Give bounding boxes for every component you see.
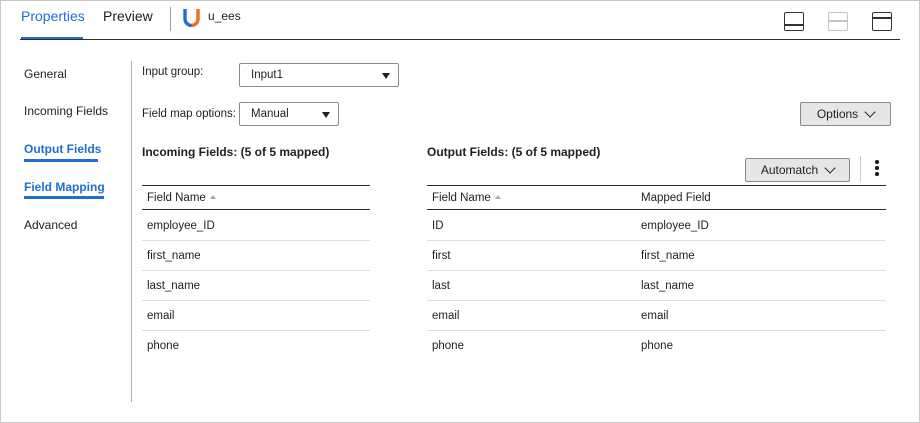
nav-item-incoming-fields[interactable]: Incoming Fields: [24, 104, 108, 118]
union-transformation-icon: [183, 9, 200, 27]
input-group-label: Input group:: [142, 66, 204, 78]
caret-down-icon: [322, 112, 330, 118]
object-name: u_ees: [208, 9, 241, 23]
table-row[interactable]: phone: [142, 331, 370, 361]
automatch-button[interactable]: Automatch: [745, 158, 850, 182]
field-name-cell: phone: [147, 340, 179, 352]
field-name-cell: first_name: [147, 250, 201, 262]
table-row[interactable]: email: [142, 301, 370, 331]
sort-ascending-icon: [494, 195, 501, 199]
mapped-field-cell[interactable]: email: [641, 310, 668, 322]
table-header: Field Name: [142, 185, 370, 210]
nav-item-field-mapping[interactable]: Field Mapping: [24, 180, 105, 194]
table-row[interactable]: last_name: [142, 271, 370, 301]
top-tab-bar: Properties Preview u_ees: [0, 0, 920, 41]
nav-item-advanced[interactable]: Advanced: [24, 218, 77, 232]
nav-divider: [131, 61, 132, 402]
column-header-label: Field Name: [432, 192, 491, 204]
field-map-options-value: Manual: [251, 108, 289, 120]
column-header-mapped-field[interactable]: Mapped Field: [641, 192, 711, 204]
output-field-cell: email: [432, 310, 460, 322]
nav-field-mapping-indicator: [24, 196, 104, 199]
incoming-fields-table: Field Name employee_ID first_name last_n…: [142, 185, 370, 365]
nav-output-fields-indicator: [24, 159, 98, 162]
tab-preview[interactable]: Preview: [103, 8, 153, 24]
input-group-value: Input1: [251, 69, 283, 81]
panel-bottom-icon[interactable]: [784, 12, 804, 31]
table-row[interactable]: employee_ID: [142, 211, 370, 241]
mapped-field-cell[interactable]: employee_ID: [641, 220, 709, 232]
caret-down-icon: [382, 73, 390, 79]
mapped-field-cell[interactable]: last_name: [641, 280, 694, 292]
chevron-down-icon: [864, 105, 876, 118]
output-field-cell: phone: [432, 340, 464, 352]
options-button-label: Options: [816, 107, 859, 121]
panel-split-icon: [828, 12, 848, 31]
column-header-label: Field Name: [147, 192, 206, 204]
automatch-button-label: Automatch: [760, 163, 819, 177]
field-name-cell: last_name: [147, 280, 201, 292]
table-row[interactable]: phone phone: [427, 331, 886, 361]
mapped-field-cell[interactable]: first_name: [641, 250, 695, 262]
output-field-cell: ID: [432, 220, 444, 232]
mapped-field-cell[interactable]: phone: [641, 340, 673, 352]
field-name-cell: email: [147, 310, 175, 322]
input-group-select[interactable]: Input1: [239, 63, 399, 87]
options-button[interactable]: Options: [800, 102, 891, 126]
output-field-cell: first: [432, 250, 451, 262]
table-row[interactable]: ID employee_ID: [427, 211, 886, 241]
nav-item-general[interactable]: General: [24, 67, 67, 81]
output-field-cell: last: [432, 280, 450, 292]
incoming-fields-title: Incoming Fields: (5 of 5 mapped): [142, 145, 330, 159]
panel-top-icon[interactable]: [872, 12, 892, 31]
output-fields-title: Output Fields: (5 of 5 mapped): [427, 145, 601, 159]
output-fields-table: Field Name Mapped Field ID employee_ID f…: [427, 185, 886, 365]
field-map-options-label: Field map options:: [142, 108, 236, 120]
chevron-down-icon: [824, 161, 836, 174]
toolbar-divider: [170, 7, 171, 31]
field-name-cell: employee_ID: [147, 220, 215, 232]
nav-item-output-fields[interactable]: Output Fields: [24, 142, 101, 156]
table-row[interactable]: first_name: [142, 241, 370, 271]
sort-ascending-icon: [209, 195, 216, 199]
tab-bar-rule: [20, 39, 900, 40]
column-header-field-name[interactable]: Field Name: [432, 192, 501, 204]
tab-properties[interactable]: Properties: [21, 8, 85, 24]
toolbar-divider: [860, 156, 861, 182]
table-row[interactable]: first first_name: [427, 241, 886, 271]
field-map-options-select[interactable]: Manual: [239, 102, 339, 126]
column-header-field-name[interactable]: Field Name: [147, 192, 216, 204]
kebab-menu-icon[interactable]: [874, 160, 880, 178]
table-row[interactable]: email email: [427, 301, 886, 331]
table-row[interactable]: last last_name: [427, 271, 886, 301]
table-header: Field Name Mapped Field: [427, 185, 886, 210]
